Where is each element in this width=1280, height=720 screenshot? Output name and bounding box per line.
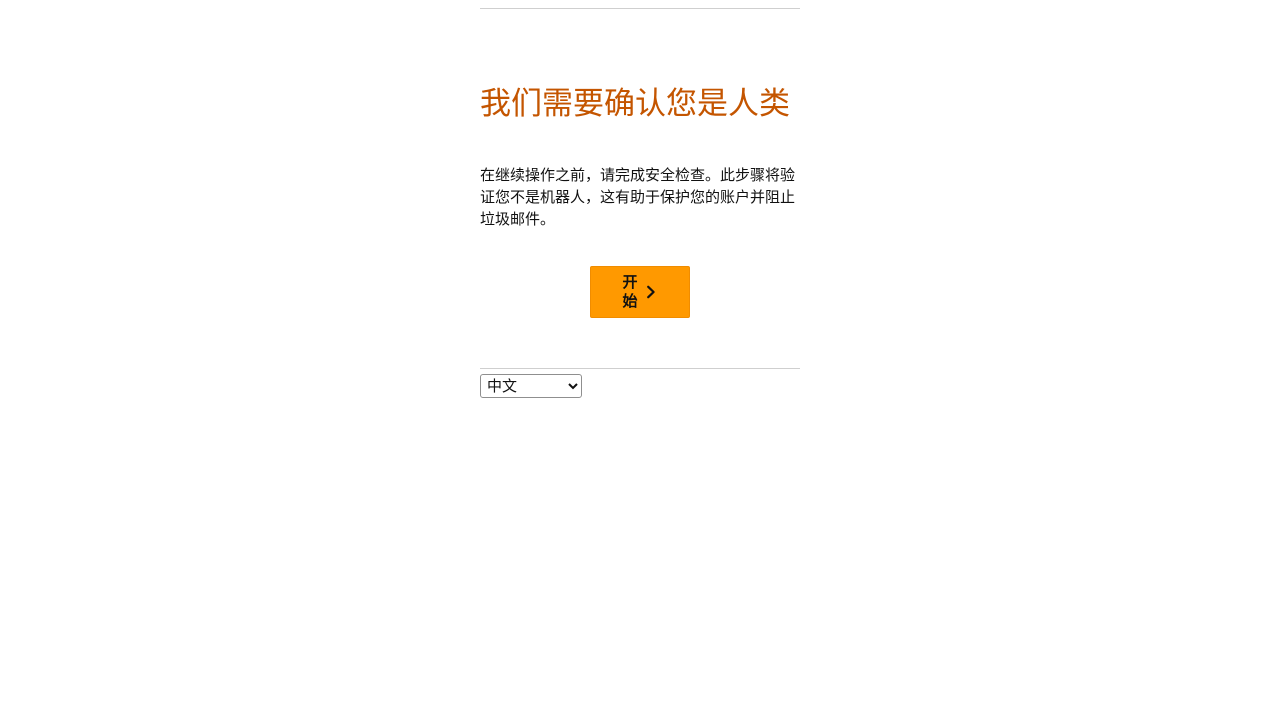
start-button-row: 开始	[480, 266, 800, 318]
page-title: 我们需要确认您是人类	[480, 86, 790, 122]
start-button-label: 开始	[622, 274, 638, 310]
security-check-description: 在继续操作之前，请完成安全检查。此步骤将验证您不是机器人，这有助于保护您的账户并…	[480, 166, 796, 228]
language-select[interactable]: 中文	[480, 374, 582, 398]
chevron-right-icon	[644, 285, 658, 299]
start-button[interactable]: 开始	[590, 266, 690, 318]
top-divider	[480, 8, 800, 9]
bottom-divider	[480, 368, 800, 369]
